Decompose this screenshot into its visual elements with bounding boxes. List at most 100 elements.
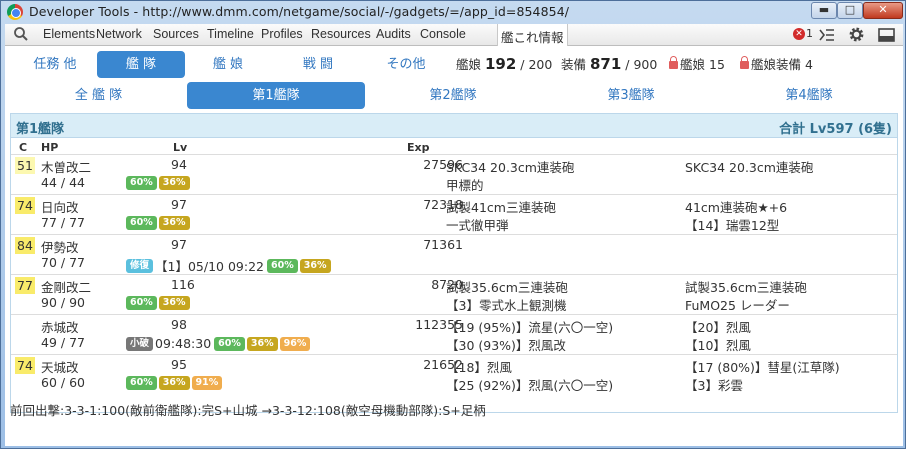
col-header-exp: Exp: [407, 141, 430, 154]
ship-count: 艦娘 192 / 200: [456, 54, 552, 73]
locked-ship-value: 15: [709, 57, 725, 72]
equip-slot-3: 【17 (80%)】彗星(江草隊): [685, 360, 840, 375]
ship-count-max: / 200: [520, 57, 553, 72]
condition-value: [15, 317, 35, 334]
ship-hp: 77 / 77: [41, 215, 85, 230]
tab-sources[interactable]: Sources: [153, 27, 199, 41]
locked-equip-count: 艦娘装備 4: [740, 54, 813, 73]
ship-hp: 90 / 90: [41, 295, 85, 310]
table-row: 赤城改 49 / 77 98 112355 【19 (95%)】流星(六〇一空) 【30 …: [11, 314, 897, 354]
nav-other[interactable]: その他: [366, 51, 446, 78]
tab-audits[interactable]: Audits: [376, 27, 411, 41]
status-text: 09:48:30: [155, 336, 212, 351]
equip-slot-1: 【18】烈風: [446, 360, 512, 375]
search-icon[interactable]: [13, 26, 29, 42]
nav-ships[interactable]: 艦 娘: [188, 51, 268, 78]
equip-count-label: 装備: [561, 57, 587, 72]
fleet-tab-all[interactable]: 全 艦 隊: [12, 82, 185, 109]
condition-value: 51: [15, 157, 35, 174]
ship-count-label: 艦娘: [456, 57, 482, 72]
table-row: 74 日向改 77 / 77 97 72318 試製41cm三連装砲 一式徹甲弾 41cm連装…: [11, 194, 897, 234]
tab-elements[interactable]: Elements: [43, 27, 95, 41]
equip-slot-1: 試製41cm三連装砲: [446, 200, 556, 215]
percent-badge: 36%: [158, 296, 190, 310]
fleet-tab-4[interactable]: 第4艦隊: [723, 82, 895, 109]
locked-ship-count: 艦娘 15: [669, 54, 725, 73]
equip-slot-3: SKC34 20.3cm連装砲: [685, 160, 814, 175]
error-count[interactable]: 1: [806, 27, 813, 40]
percent-badge: 60%: [126, 216, 157, 230]
error-icon[interactable]: ✕: [793, 28, 805, 40]
chrome-icon: [7, 4, 23, 20]
percent-badge: 91%: [191, 376, 223, 390]
equip-slot-4: 【3】彩雲: [685, 378, 743, 393]
equip-slot-2: 甲標的: [446, 178, 484, 193]
locked-equip-value: 4: [805, 57, 813, 72]
status-badges: 60% 36%: [126, 216, 192, 230]
condition-value: 74: [15, 197, 35, 214]
lock-icon: [740, 56, 749, 69]
nav-tasks[interactable]: 任務 他: [15, 51, 95, 78]
equip-slot-3: 試製35.6cm三連装砲: [685, 280, 807, 295]
equip-slot-2: 【30 (93%)】烈風改: [446, 338, 566, 353]
last-sortie: 前回出撃:3-3-1:100(敵前衛艦隊):完S+山城 →3-3-12:108(…: [10, 403, 486, 418]
fleet-name: 第1艦隊: [16, 122, 65, 137]
lock-icon: [669, 56, 678, 69]
fleet-tab-1[interactable]: 第1艦隊: [187, 82, 365, 109]
nav-battle[interactable]: 戦 闘: [277, 51, 359, 78]
tab-profiles[interactable]: Profiles: [261, 27, 303, 41]
devtools-window: Developer Tools - http://www.dmm.com/net…: [0, 0, 906, 449]
equip-slot-2: 一式徹甲弾: [446, 218, 509, 233]
fleet-total: 合計 Lv597 (6隻): [779, 122, 892, 137]
drawer-toggle-icon[interactable]: [819, 28, 835, 42]
gear-icon[interactable]: [848, 26, 865, 43]
percent-badge: 36%: [299, 258, 331, 273]
maximize-button[interactable]: □: [837, 2, 863, 19]
status-badges: 60% 36%: [126, 296, 192, 310]
equip-slot-1: SKC34 20.3cm連装砲: [446, 160, 575, 175]
close-button[interactable]: ✕: [863, 2, 903, 19]
ship-level: 97: [171, 237, 187, 252]
tab-resources[interactable]: Resources: [311, 27, 371, 41]
status-text: 【1】05/10 09:22: [155, 259, 264, 274]
ship-name: 木曽改二: [41, 160, 92, 175]
ship-exp: 71361: [423, 237, 463, 252]
status-badges: 60% 36%: [126, 176, 192, 190]
table-row: 74 天城改 60 / 60 95 21652 【18】烈風 【25 (92%)】烈風(六〇…: [11, 354, 897, 394]
dock-icon[interactable]: [878, 28, 895, 42]
equip-slot-2: 【25 (92%)】烈風(六〇一空): [446, 378, 614, 393]
fleet-tab-3[interactable]: 第3艦隊: [545, 82, 717, 109]
ship-level: 98: [171, 317, 187, 332]
tab-network[interactable]: Network: [96, 27, 142, 41]
ship-name: 赤城改: [41, 320, 79, 335]
percent-badge: 36%: [158, 216, 190, 230]
ship-level: 95: [171, 357, 187, 372]
nav-fleet[interactable]: 艦 隊: [97, 51, 185, 78]
table-row: 77 金剛改二 90 / 90 116 8720 試製35.6cm三連装砲 【3】零式水上観…: [11, 274, 897, 314]
percent-badge: 36%: [246, 336, 278, 351]
tab-kancolle-info[interactable]: 艦これ情報: [497, 24, 568, 46]
col-header-hp: HP: [41, 141, 59, 154]
status-badges: 修復 【1】05/10 09:22 60% 36%: [126, 256, 333, 275]
ship-hp: 44 / 44: [41, 175, 85, 190]
percent-badge: 36%: [158, 376, 190, 390]
tab-console[interactable]: Console: [420, 27, 466, 41]
fleet-panel: 第1艦隊 合計 Lv597 (6隻) C HP Lv Exp 51 木曽改二 44 …: [10, 113, 898, 413]
title-bar: Developer Tools - http://www.dmm.com/net…: [1, 1, 905, 23]
locked-equip-label: 艦娘装備: [751, 57, 802, 72]
condition-value: 77: [15, 277, 35, 294]
equip-slot-2: 【3】零式水上観測機: [446, 298, 567, 313]
fleet-tab-2[interactable]: 第2艦隊: [367, 82, 539, 109]
ship-hp: 60 / 60: [41, 375, 85, 390]
equip-slot-1: 【19 (95%)】流星(六〇一空): [446, 320, 614, 335]
percent-badge: 60%: [214, 336, 245, 351]
equip-count: 装備 871 / 900: [561, 54, 657, 73]
percent-badge: 60%: [126, 296, 157, 310]
table-row: 51 木曽改二 44 / 44 94 27596 SKC34 20.3cm連装砲 甲標的 SK…: [11, 154, 897, 194]
status-badge: 修復: [126, 258, 154, 273]
ship-name: 天城改: [41, 360, 79, 375]
minimize-button[interactable]: ▬: [811, 2, 837, 19]
tab-timeline[interactable]: Timeline: [207, 27, 254, 41]
devtools-toolbar: Elements Network Sources Timeline Profil…: [5, 24, 903, 46]
equip-slot-4: FuMO25 レーダー: [685, 298, 790, 313]
